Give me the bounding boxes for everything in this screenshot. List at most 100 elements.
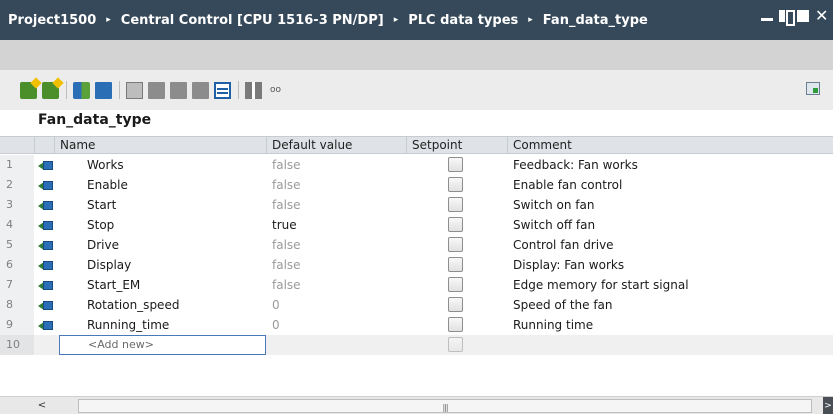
row-default-value[interactable]: 0: [272, 315, 280, 335]
row-name[interactable]: Rotation_speed: [87, 295, 179, 315]
row-number[interactable]: 5: [0, 235, 34, 255]
header-comment[interactable]: Comment: [507, 137, 833, 154]
variable-icon: [38, 180, 54, 191]
breadcrumb-folder[interactable]: PLC data types: [408, 13, 518, 28]
add-new-input[interactable]: <Add new>: [59, 335, 266, 355]
row-comment[interactable]: Enable fan control: [513, 175, 622, 195]
header-setpoint[interactable]: Setpoint: [406, 137, 507, 154]
toolbar-divider: [66, 81, 67, 99]
setpoint-checkbox[interactable]: [448, 257, 463, 272]
row-name[interactable]: Start_EM: [87, 275, 140, 295]
edit-icon[interactable]: [95, 81, 112, 99]
breadcrumb-device[interactable]: Central Control [CPU 1516-3 PN/DP]: [121, 13, 384, 28]
scroll-thumb[interactable]: |||: [78, 399, 812, 413]
row-default-value[interactable]: true: [272, 215, 297, 235]
header-default-value[interactable]: Default value: [266, 137, 406, 154]
variable-icon: [38, 300, 54, 311]
float-window-icon[interactable]: [779, 10, 795, 26]
row-default-value[interactable]: false: [272, 155, 301, 175]
row-default-value[interactable]: false: [272, 195, 301, 215]
move-down-icon[interactable]: [148, 81, 165, 99]
row-comment[interactable]: Edge memory for start signal: [513, 275, 689, 295]
row-comment[interactable]: Speed of the fan: [513, 295, 613, 315]
setpoint-checkbox[interactable]: [448, 177, 463, 192]
setpoint-checkbox[interactable]: [448, 317, 463, 332]
row-comment[interactable]: Display: Fan works: [513, 255, 624, 275]
row-default-value[interactable]: false: [272, 255, 301, 275]
export-icon[interactable]: [192, 81, 209, 99]
row-default-value[interactable]: 0: [272, 295, 280, 315]
row-number[interactable]: 4: [0, 215, 34, 235]
header-name[interactable]: Name: [54, 137, 266, 154]
setpoint-checkbox[interactable]: [448, 297, 463, 312]
add-row-icon[interactable]: [42, 81, 59, 99]
table-view-icon[interactable]: [214, 81, 231, 99]
tab-strip: [0, 40, 833, 70]
overview-icon[interactable]: [806, 82, 820, 95]
row-number[interactable]: 2: [0, 175, 34, 195]
columns-icon[interactable]: [245, 81, 262, 99]
row-number[interactable]: 7: [0, 275, 34, 295]
title-bar: Project1500 ▸ Central Control [CPU 1516-…: [0, 0, 833, 40]
maximize-icon[interactable]: [797, 10, 809, 22]
row-name[interactable]: Stop: [87, 215, 114, 235]
row-name[interactable]: Display: [87, 255, 131, 275]
row-number[interactable]: 1: [0, 155, 34, 175]
move-up-icon[interactable]: [170, 81, 187, 99]
row-name[interactable]: Works: [87, 155, 124, 175]
variable-icon: [38, 280, 54, 291]
row-number[interactable]: 9: [0, 315, 34, 335]
horizontal-scrollbar[interactable]: < ||| >: [0, 396, 833, 414]
table-row[interactable]: 1 Works false Feedback: Fan works: [0, 155, 833, 175]
row-number[interactable]: 3: [0, 195, 34, 215]
variable-icon: [38, 200, 54, 211]
row-default-value[interactable]: false: [272, 235, 301, 255]
row-number[interactable]: 8: [0, 295, 34, 315]
setpoint-checkbox[interactable]: [448, 217, 463, 232]
row-number[interactable]: 6: [0, 255, 34, 275]
table-row[interactable]: 6 Display false Display: Fan works: [0, 255, 833, 275]
table-row[interactable]: 5 Drive false Control fan drive: [0, 235, 833, 255]
data-type-table: Fan_data_type Name Default value Setpoin…: [0, 110, 833, 396]
row-name[interactable]: Drive: [87, 235, 119, 255]
breadcrumb-separator-icon: ▸: [393, 15, 399, 25]
add-new-row[interactable]: 10 <Add new>: [0, 335, 833, 355]
toolbar-divider: [238, 81, 239, 99]
scroll-left-icon[interactable]: <: [36, 400, 48, 412]
row-name[interactable]: Running_time: [87, 315, 169, 335]
toolbar: oo: [0, 70, 833, 110]
blue-green-icon[interactable]: [73, 81, 90, 99]
setpoint-checkbox[interactable]: [448, 237, 463, 252]
row-comment[interactable]: Running time: [513, 315, 593, 335]
breadcrumb-project[interactable]: Project1500: [8, 13, 96, 28]
row-name[interactable]: Start: [87, 195, 116, 215]
setpoint-checkbox[interactable]: [448, 197, 463, 212]
table-row[interactable]: 2 Enable false Enable fan control: [0, 175, 833, 195]
setpoint-checkbox[interactable]: [448, 277, 463, 292]
monitor-icon[interactable]: oo: [267, 82, 284, 99]
table-row[interactable]: 7 Start_EM false Edge memory for start sign…: [0, 275, 833, 295]
row-default-value[interactable]: false: [272, 175, 301, 195]
row-default-value[interactable]: false: [272, 275, 301, 295]
row-name[interactable]: Enable: [87, 175, 128, 195]
row-comment[interactable]: Switch off fan: [513, 215, 595, 235]
table-row[interactable]: 9 Running_time 0 Running time: [0, 315, 833, 335]
minimize-icon[interactable]: [761, 10, 773, 22]
breadcrumb-separator-icon: ▸: [106, 15, 111, 25]
close-icon[interactable]: ✕: [815, 8, 828, 24]
row-number[interactable]: 10: [0, 335, 34, 355]
breadcrumb: Project1500 ▸ Central Control [CPU 1516-…: [0, 13, 648, 28]
variable-icon: [38, 240, 54, 251]
table-row[interactable]: 8 Rotation_speed 0 Speed of the fan: [0, 295, 833, 315]
insert-row-icon[interactable]: [20, 81, 37, 99]
setpoint-checkbox[interactable]: [448, 157, 463, 172]
table-row[interactable]: 4 Stop true Switch off fan: [0, 215, 833, 235]
table-row[interactable]: 3 Start false Switch on fan: [0, 195, 833, 215]
variable-icon: [38, 260, 54, 271]
row-comment[interactable]: Switch on fan: [513, 195, 594, 215]
table-title: Fan_data_type: [38, 112, 152, 128]
copy-icon[interactable]: [126, 81, 143, 99]
row-comment[interactable]: Control fan drive: [513, 235, 614, 255]
row-comment[interactable]: Feedback: Fan works: [513, 155, 638, 175]
scroll-right-icon[interactable]: >: [823, 397, 833, 414]
